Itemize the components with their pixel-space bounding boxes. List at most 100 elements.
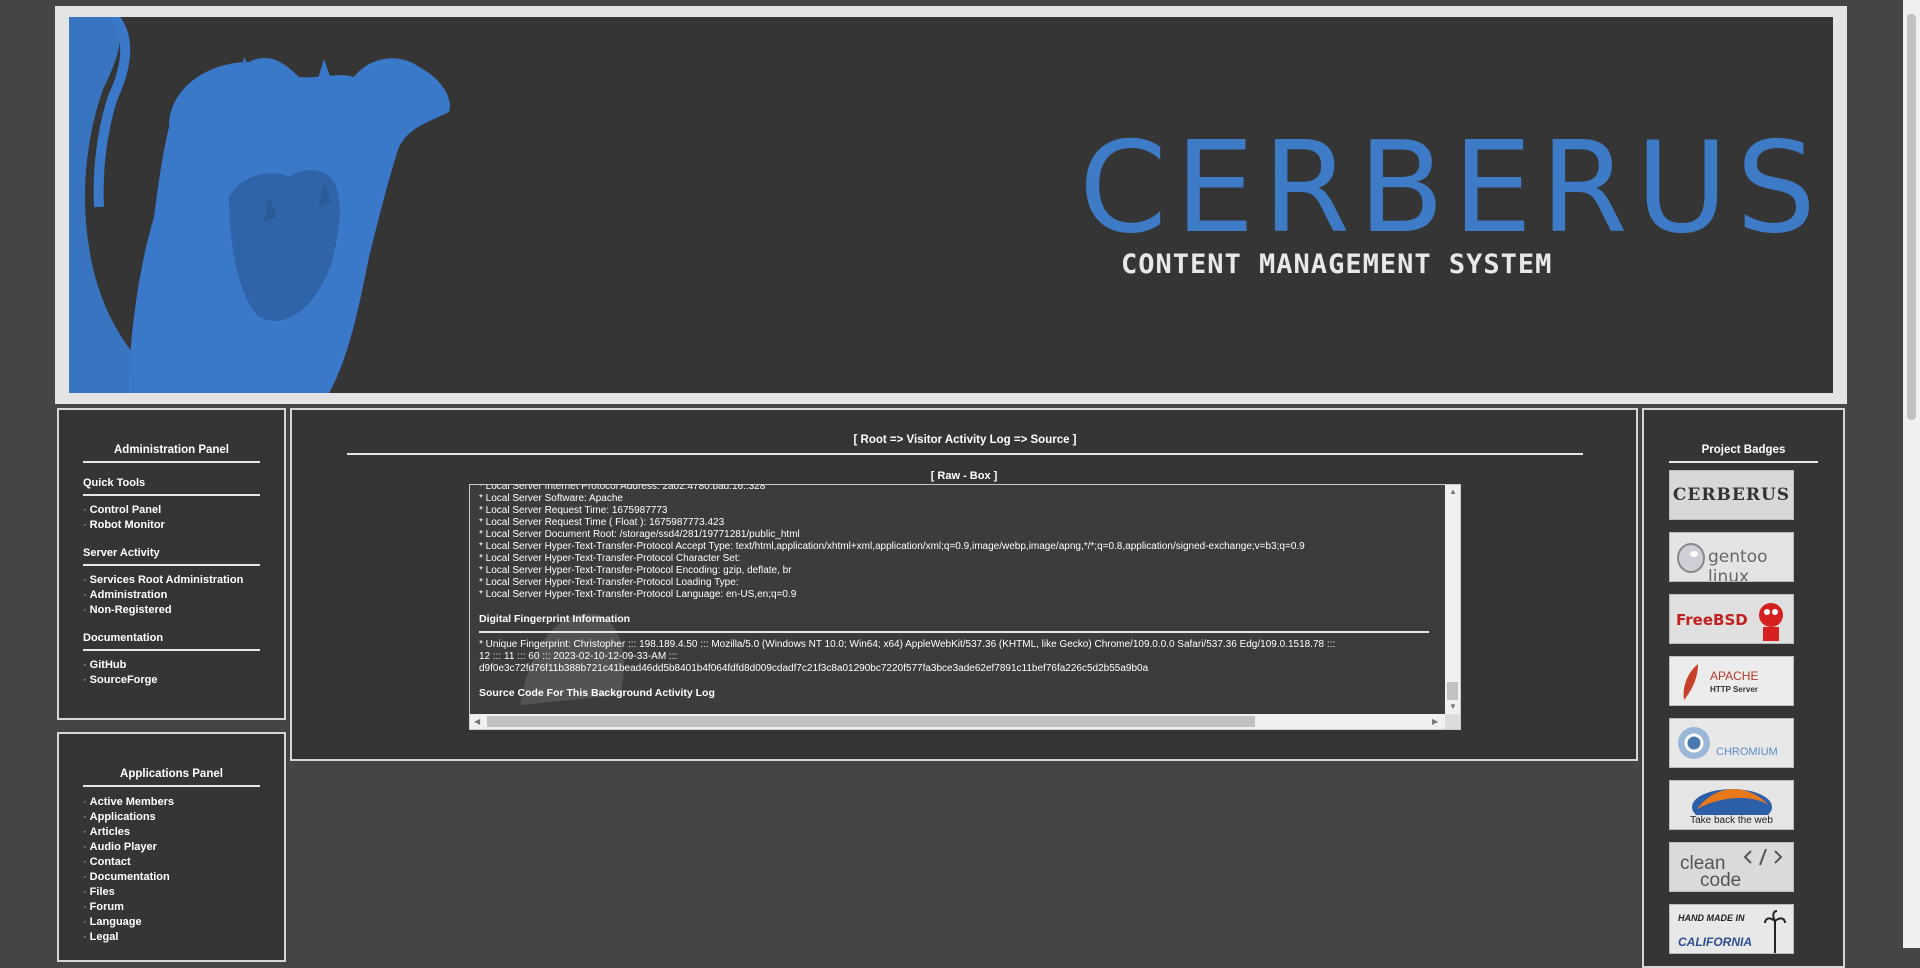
badge-gentoo[interactable]: gentoo linux: [1669, 532, 1794, 582]
nav-link[interactable]: GitHub: [90, 659, 127, 671]
badge-text: APACHE: [1710, 669, 1759, 683]
banner-title: CERBERUS: [1079, 114, 1824, 261]
badge-text: CERBERUS: [1672, 485, 1791, 505]
scroll-up-icon[interactable]: ▲: [1449, 488, 1457, 496]
server-line: * Local Server Document Root: /storage/s…: [479, 529, 800, 540]
raw-box[interactable]: * Local Server Internet Protocol Address…: [469, 484, 1461, 730]
raw-box-title: [ Raw - Box ]: [930, 470, 998, 482]
code-brackets-icon: [1743, 848, 1783, 866]
scroll-down-icon[interactable]: ▼: [1449, 703, 1457, 711]
server-line: * Local Server Software: Apache: [479, 493, 623, 504]
nav-item-control-panel[interactable]: · Control Panel: [83, 503, 260, 518]
cerberus-logo-icon: [69, 17, 450, 393]
breadcrumb: [ Root => Visitor Activity Log => Source…: [853, 434, 1077, 446]
bullet-icon: ·: [83, 589, 87, 601]
nav-link[interactable]: Documentation: [90, 871, 170, 883]
breadcrumb-divider: [347, 453, 1583, 455]
nav-item-robot-monitor[interactable]: · Robot Monitor: [83, 518, 260, 533]
server-line: * Local Server Hyper-Text-Transfer-Proto…: [479, 577, 739, 588]
horizontal-scroll-thumb[interactable]: [487, 716, 1255, 727]
bullet-icon: ·: [83, 856, 87, 868]
scroll-right-icon[interactable]: ▶: [1432, 718, 1438, 726]
nav-link[interactable]: Robot Monitor: [90, 519, 165, 531]
badge-text: CHROMIUM: [1716, 746, 1778, 758]
badge-text: HAND MADE IN: [1678, 913, 1745, 923]
nav-link[interactable]: Contact: [90, 856, 131, 868]
fingerprint-line: * Unique Fingerprint: Christopher ::: 19…: [479, 639, 1336, 650]
nav-link[interactable]: Applications: [90, 811, 156, 823]
server-line: * Local Server Request Time: 1675987773: [479, 505, 668, 516]
bullet-icon: ·: [83, 871, 87, 883]
server-line: * Local Server Hyper-Text-Transfer-Proto…: [479, 553, 741, 564]
server-line: * Local Server Hyper-Text-Transfer-Proto…: [479, 589, 797, 600]
badge-text: FreeBSD: [1676, 611, 1748, 629]
badge-text: gentoo linux: [1708, 547, 1768, 582]
raw-box-vertical-scrollbar[interactable]: ▲ ▼: [1445, 485, 1460, 715]
site-banner: CERBERUS CONTENT MANAGEMENT SYSTEM: [55, 6, 1847, 404]
badge-subtext: CALIFORNIA: [1678, 935, 1752, 949]
raw-box-horizontal-scrollbar[interactable]: ◀ ▶: [470, 714, 1446, 729]
raw-box-content[interactable]: * Local Server Internet Protocol Address…: [470, 485, 1446, 715]
nav-item-language[interactable]: · Language: [83, 915, 260, 930]
badge-subtext: HTTP Server: [1710, 685, 1758, 694]
bullet-icon: ·: [83, 574, 87, 586]
nav-item-applications[interactable]: · Applications: [83, 810, 260, 825]
nav-item-administration[interactable]: · Administration: [83, 588, 260, 603]
nav-item-github[interactable]: · GitHub: [83, 658, 260, 673]
badge-apache[interactable]: APACHE HTTP Server: [1669, 656, 1794, 706]
nav-item-audio-player[interactable]: · Audio Player: [83, 840, 260, 855]
badge-california[interactable]: HAND MADE IN CALIFORNIA: [1669, 904, 1794, 954]
badge-firefox[interactable]: Take back the web: [1669, 780, 1794, 830]
banner-subtitle: CONTENT MANAGEMENT SYSTEM: [1121, 249, 1553, 280]
nav-item-non-registered[interactable]: · Non-Registered: [83, 603, 260, 618]
nav-item-legal[interactable]: · Legal: [83, 930, 260, 945]
palm-tree-icon: [1764, 910, 1786, 953]
nav-item-sourceforge[interactable]: · SourceForge: [83, 673, 260, 688]
badge-cerberus[interactable]: CERBERUS: [1669, 470, 1794, 520]
nav-link[interactable]: Audio Player: [90, 841, 157, 853]
documentation-heading: Documentation: [83, 632, 260, 651]
server-activity-heading: Server Activity: [83, 547, 260, 566]
page-scroll-thumb[interactable]: [1907, 14, 1916, 420]
badge-clean-code[interactable]: clean code: [1669, 842, 1794, 892]
bullet-icon: ·: [83, 931, 87, 943]
nav-link[interactable]: Language: [90, 916, 142, 928]
badge-freebsd[interactable]: FreeBSD: [1669, 594, 1794, 644]
nav-item-active-members[interactable]: · Active Members: [83, 795, 260, 810]
bullet-icon: ·: [83, 659, 87, 671]
quick-tools-heading: Quick Tools: [83, 477, 260, 496]
vertical-scroll-thumb[interactable]: [1447, 682, 1458, 700]
bullet-icon: ·: [83, 841, 87, 853]
bullet-icon: ·: [83, 796, 87, 808]
nav-item-documentation[interactable]: · Documentation: [83, 870, 260, 885]
nav-link[interactable]: Control Panel: [90, 504, 162, 516]
server-line: * Local Server Hyper-Text-Transfer-Proto…: [479, 541, 1305, 552]
chromium-logo-icon: [1678, 727, 1710, 759]
nav-link[interactable]: SourceForge: [90, 674, 158, 686]
page-vertical-scrollbar[interactable]: [1903, 0, 1920, 948]
nav-link[interactable]: Articles: [90, 826, 130, 838]
nav-link[interactable]: Services Root Administration: [90, 574, 244, 586]
firefox-logo-icon: [1692, 788, 1772, 815]
banner-inner: CERBERUS CONTENT MANAGEMENT SYSTEM: [69, 17, 1833, 393]
bullet-icon: ·: [83, 519, 87, 531]
raw-box-text: * Local Server Internet Protocol Address…: [479, 485, 1429, 699]
nav-link[interactable]: Forum: [90, 901, 124, 913]
badge-chromium[interactable]: CHROMIUM: [1669, 718, 1794, 768]
fingerprint-line: 12 ::: 11 ::: 60 ::: 2023-02-10-12-09-33…: [479, 651, 678, 662]
nav-item-forum[interactable]: · Forum: [83, 900, 260, 915]
documentation-list: · GitHub · SourceForge: [83, 658, 260, 688]
bullet-icon: ·: [83, 811, 87, 823]
apache-feather-icon: [1683, 664, 1698, 700]
scroll-left-icon[interactable]: ◀: [474, 718, 480, 726]
nav-link[interactable]: Administration: [90, 589, 168, 601]
bullet-icon: ·: [83, 504, 87, 516]
nav-link[interactable]: Legal: [90, 931, 119, 943]
nav-item-files[interactable]: · Files: [83, 885, 260, 900]
nav-link[interactable]: Active Members: [90, 796, 174, 808]
nav-item-articles[interactable]: · Articles: [83, 825, 260, 840]
nav-link[interactable]: Non-Registered: [90, 604, 172, 616]
nav-link[interactable]: Files: [90, 886, 115, 898]
nav-item-services-root[interactable]: · Services Root Administration: [83, 573, 260, 588]
nav-item-contact[interactable]: · Contact: [83, 855, 260, 870]
